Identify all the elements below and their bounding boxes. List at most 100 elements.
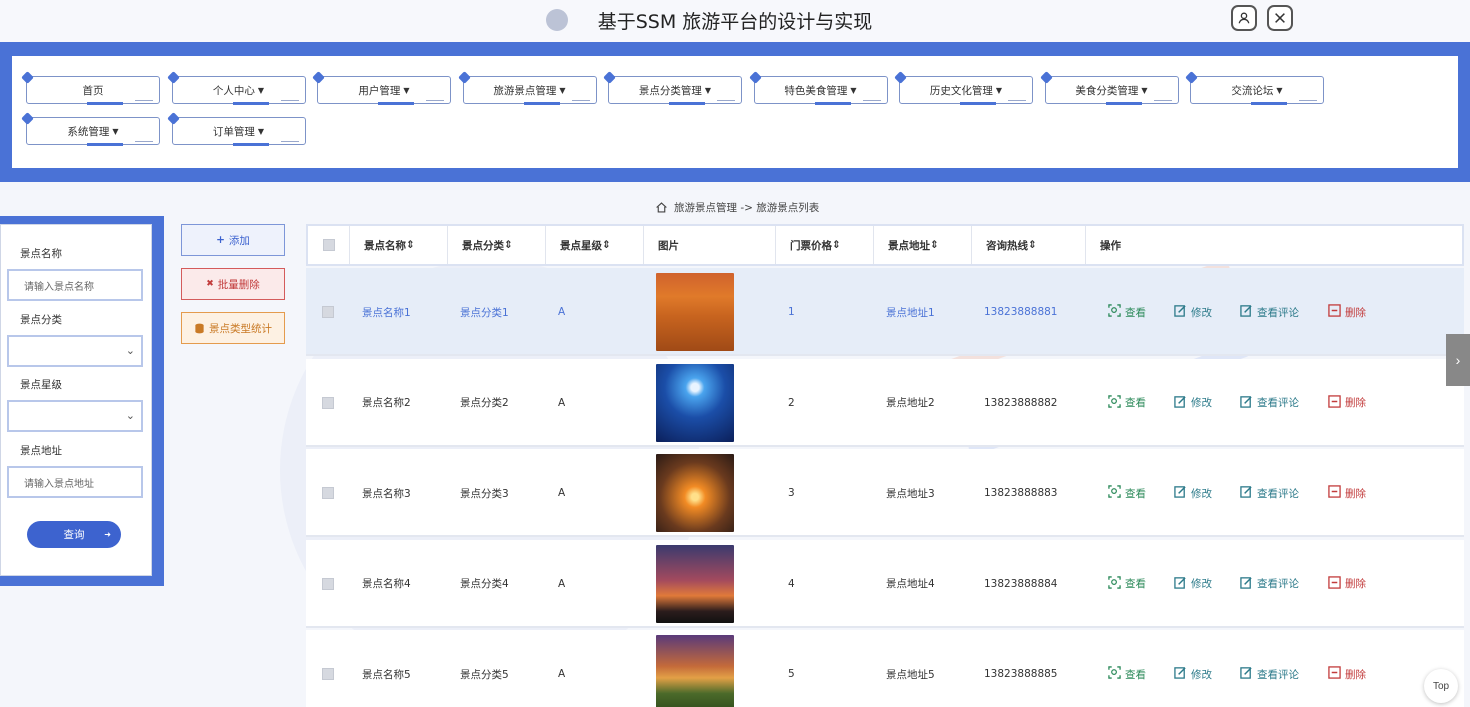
caret-down-icon: ▼	[403, 85, 410, 95]
cell-price: 3	[788, 487, 795, 499]
query-button[interactable]: 查询 ➜	[27, 521, 121, 548]
header-name[interactable]: 景点名称 ⇕	[350, 226, 448, 264]
row-checkbox[interactable]	[322, 668, 334, 680]
nav-item-2[interactable]: 用户管理 ▼	[312, 71, 451, 105]
category-select[interactable]: ⌄	[7, 335, 143, 367]
select-all-checkbox[interactable]	[322, 239, 335, 251]
name-input[interactable]: 请输入景点名称	[7, 269, 143, 301]
op-comments-button[interactable]: 查看评论	[1240, 449, 1299, 537]
nav-item-label: 历史文化管理	[929, 84, 993, 97]
header-price[interactable]: 门票价格 ⇕	[776, 226, 874, 264]
cell-phone: 13823888885	[984, 668, 1058, 680]
back-to-top-button[interactable]: Top	[1424, 669, 1458, 703]
attraction-image[interactable]	[656, 363, 734, 442]
op-delete-button[interactable]: 删除	[1328, 630, 1366, 707]
edit-icon	[1240, 304, 1253, 320]
header-phone[interactable]: 咨询热线 ⇕	[972, 226, 1086, 264]
table-row[interactable]: 景点名称4 景点分类4 A 4 景点地址4 13823888884 查看 修改 查看评论 删除	[306, 539, 1464, 628]
op-delete-button[interactable]: 删除	[1328, 268, 1366, 356]
attraction-image[interactable]	[656, 454, 734, 532]
close-button[interactable]	[1267, 5, 1293, 31]
nav-item-6[interactable]: 历史文化管理 ▼	[894, 71, 1033, 105]
nav-item-3[interactable]: 旅游景点管理 ▼	[457, 71, 597, 105]
table-row[interactable]: 景点名称1 景点分类1 A 1 景点地址1 13823888881 查看 修改 查看评论 删除	[306, 268, 1464, 356]
nav-item-5[interactable]: 特色美食管理 ▼	[748, 71, 888, 105]
database-icon	[195, 323, 204, 333]
row-checkbox-cell	[322, 630, 334, 707]
op-view-button[interactable]: 查看	[1108, 540, 1146, 628]
nav-item-label: 订单管理	[212, 125, 255, 138]
table-row[interactable]: 景点名称3 景点分类3 A 3 景点地址3 13823888883 查看 修改 查看评论 删除	[306, 449, 1464, 537]
nav-pin-decoration	[748, 71, 762, 84]
nav-underline	[669, 102, 705, 105]
level-select[interactable]: ⌄	[7, 400, 143, 432]
table-row[interactable]: 景点名称5 景点分类5 A 5 景点地址5 13823888885 查看 修改 查看评论 删除	[306, 630, 1464, 707]
sort-icon: ⇕	[504, 239, 513, 251]
op-comments-button[interactable]: 查看评论	[1240, 268, 1299, 356]
nav-item-8[interactable]: 交流论坛 ▼	[1185, 71, 1324, 105]
address-label: 景点地址	[20, 445, 62, 457]
nav-pin-decoration	[21, 112, 34, 125]
minus-square-icon	[1328, 394, 1341, 411]
nav-item-0[interactable]: 首页	[21, 71, 160, 105]
cell-phone: 13823888882	[984, 396, 1058, 409]
attraction-image[interactable]	[656, 635, 734, 707]
add-button[interactable]: + 添加	[181, 224, 285, 256]
minus-square-icon	[1328, 485, 1341, 501]
attraction-image[interactable]	[656, 544, 734, 623]
stats-button[interactable]: 景点类型统计	[181, 312, 285, 344]
view-icon	[1108, 304, 1121, 320]
batch-delete-button[interactable]: ✖ 批量删除	[181, 268, 285, 300]
nav-underline-thin	[135, 141, 153, 142]
header-address[interactable]: 景点地址 ⇕	[874, 226, 972, 264]
header-ops: 操作	[1086, 226, 1462, 264]
cell-category: 景点分类5	[460, 668, 509, 681]
nav-item-10[interactable]: 订单管理 ▼	[166, 112, 306, 146]
header-category[interactable]: 景点分类 ⇕	[448, 226, 546, 264]
op-delete-button[interactable]: 删除	[1328, 359, 1366, 447]
header-level[interactable]: 景点星级 ⇕	[546, 226, 644, 264]
op-comments-button[interactable]: 查看评论	[1240, 540, 1299, 628]
attraction-image[interactable]	[656, 273, 734, 351]
nav-underline-thin	[1299, 100, 1317, 101]
op-view-button[interactable]: 查看	[1108, 449, 1146, 537]
nav-item-7[interactable]: 美食分类管理 ▼	[1039, 71, 1179, 105]
op-edit-button[interactable]: 修改	[1174, 268, 1212, 356]
cell-address: 景点地址4	[886, 578, 935, 590]
op-view-button[interactable]: 查看	[1108, 268, 1146, 356]
nav-item-1[interactable]: 个人中心 ▼	[166, 71, 306, 105]
row-checkbox[interactable]	[322, 396, 334, 409]
row-checkbox[interactable]	[322, 306, 334, 318]
op-edit-button[interactable]: 修改	[1174, 359, 1212, 447]
op-comments-button[interactable]: 查看评论	[1240, 359, 1299, 447]
back-to-top-label: Top	[1432, 680, 1450, 692]
nav-item-9[interactable]: 系统管理 ▼	[21, 112, 160, 146]
op-view-button[interactable]: 查看	[1108, 359, 1146, 447]
user-button[interactable]	[1231, 5, 1257, 31]
next-arrow-button[interactable]: ›	[1446, 334, 1470, 386]
caret-down-icon: ▼	[257, 85, 265, 95]
home-icon[interactable]	[655, 201, 668, 214]
cell-address: 景点地址3	[886, 487, 935, 500]
op-comments-button[interactable]: 查看评论	[1240, 630, 1299, 707]
op-edit-label: 修改	[1191, 578, 1212, 590]
cell-level: A	[558, 306, 566, 318]
edit-icon	[1240, 485, 1253, 501]
op-delete-button[interactable]: 删除	[1328, 540, 1366, 628]
op-delete-button[interactable]: 删除	[1328, 449, 1366, 537]
op-comments-label: 查看评论	[1257, 397, 1299, 409]
cell-address: 景点地址1	[886, 306, 935, 319]
minus-square-icon	[1328, 304, 1341, 320]
row-checkbox[interactable]	[322, 487, 334, 499]
chevron-right-icon: ›	[1455, 352, 1461, 368]
table-row[interactable]: 景点名称2 景点分类2 A 2 景点地址2 13823888882 查看 修改 查看评论 删除	[306, 358, 1464, 447]
op-edit-button[interactable]: 修改	[1174, 540, 1212, 628]
row-checkbox-cell	[322, 268, 334, 356]
row-checkbox[interactable]	[322, 577, 334, 590]
address-input[interactable]: 请输入景点地址	[7, 466, 143, 498]
nav-item-4[interactable]: 景点分类管理 ▼	[603, 71, 742, 105]
cell-phone: 13823888883	[984, 487, 1058, 499]
op-edit-button[interactable]: 修改	[1174, 630, 1212, 707]
op-view-button[interactable]: 查看	[1108, 630, 1146, 707]
op-edit-button[interactable]: 修改	[1174, 449, 1212, 537]
